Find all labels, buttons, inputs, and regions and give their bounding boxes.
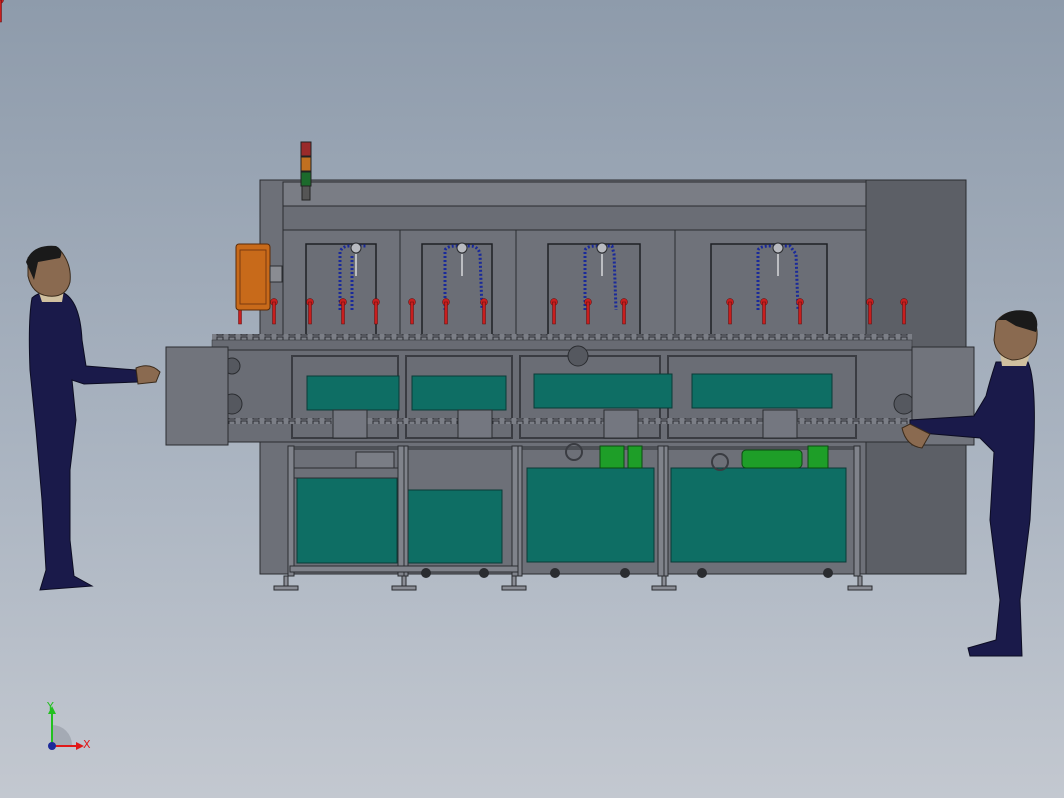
upper-conveyor-chain — [212, 334, 912, 340]
infeed-box — [165, 346, 229, 446]
drive-motor — [235, 243, 271, 311]
cad-drawing: Y X — [0, 0, 1038, 751]
wash-trays — [306, 373, 833, 411]
chamber-window — [547, 243, 641, 337]
y-axis-label: Y — [46, 700, 54, 713]
cad-viewport[interactable]: Y X — [0, 0, 1064, 798]
coordinate-triad: Y X — [46, 700, 91, 751]
lower-conveyor-chain — [226, 418, 912, 424]
chamber-window — [421, 243, 493, 337]
worker-left — [26, 245, 161, 591]
spray-chambers — [282, 229, 867, 353]
water-tanks — [296, 467, 847, 564]
x-axis-label: X — [83, 738, 91, 751]
leveling-feet — [273, 575, 873, 591]
signal-tower — [300, 141, 312, 201]
top-roof — [282, 181, 867, 207]
washing-machine — [0, 0, 975, 591]
